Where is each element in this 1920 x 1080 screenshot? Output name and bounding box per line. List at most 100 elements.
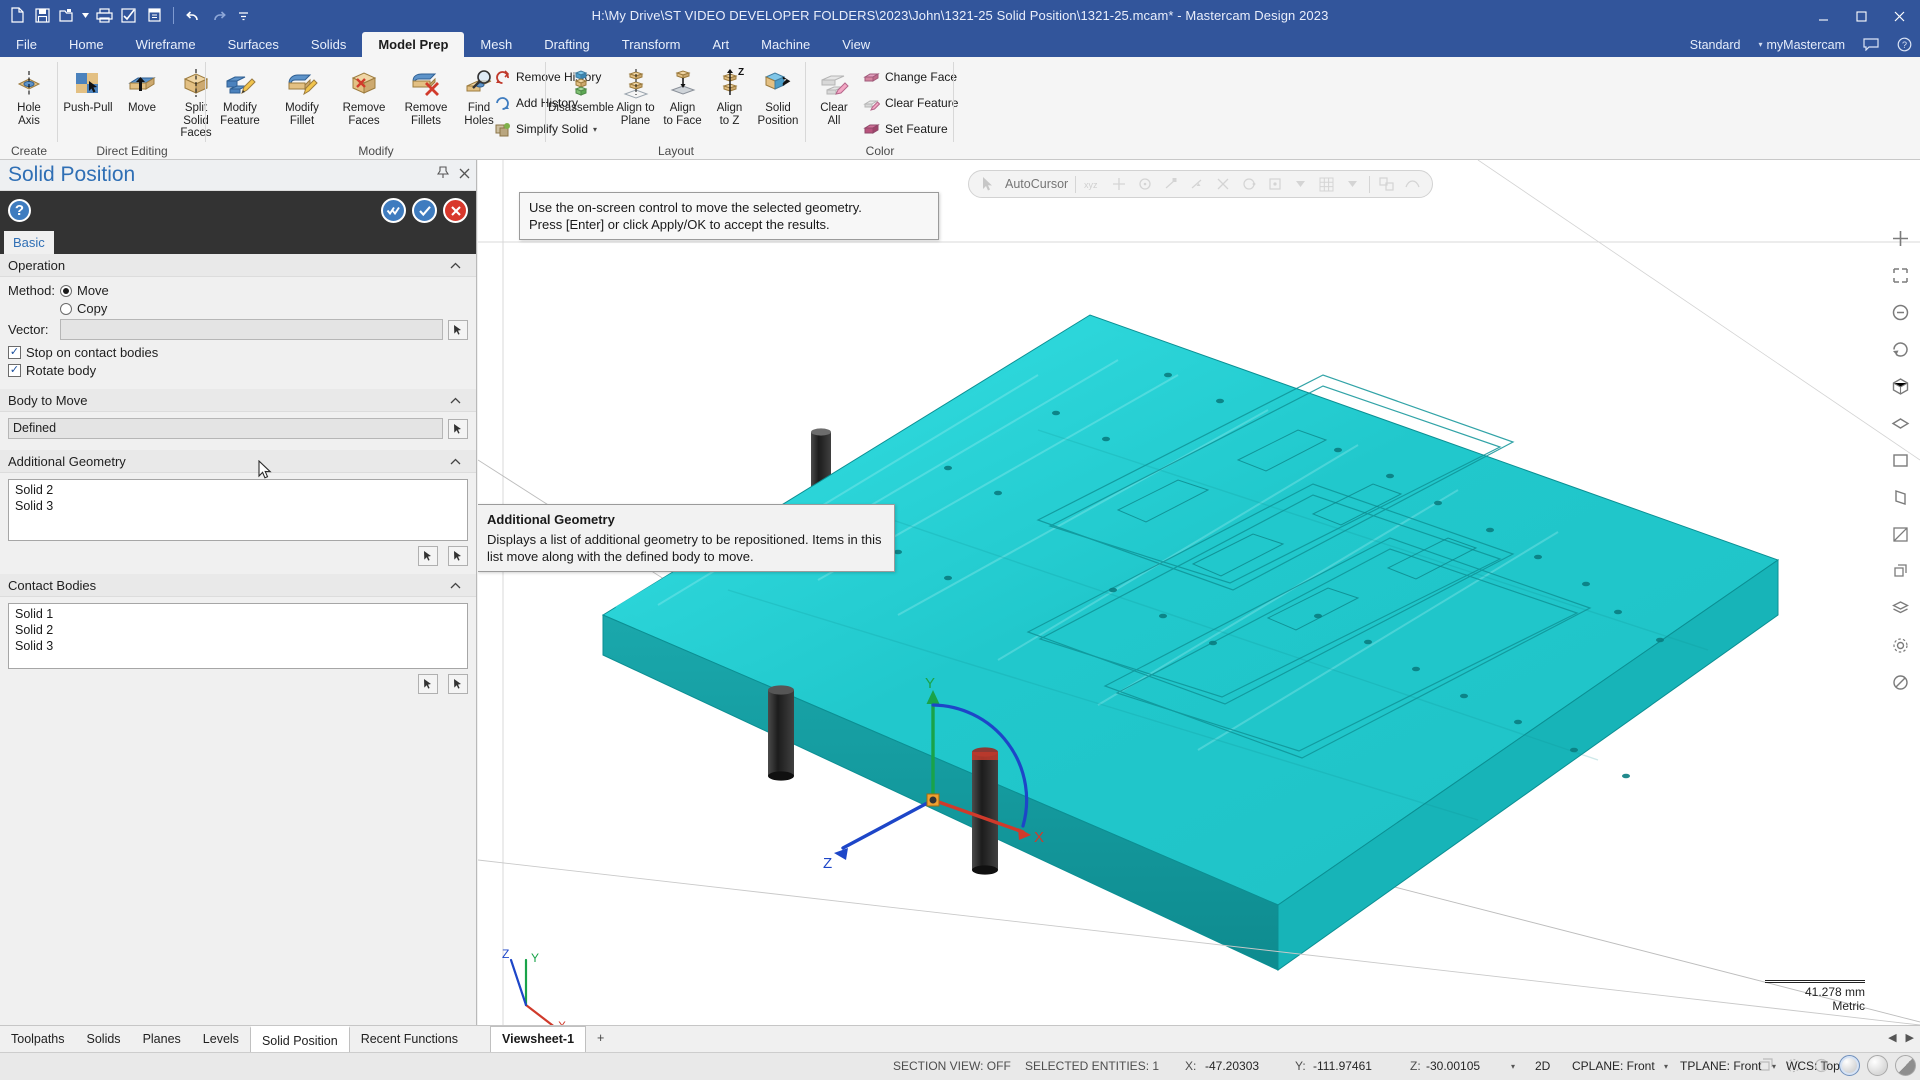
ribbon-button-disassemble[interactable]: Disassemble [548,62,614,128]
grid-icon[interactable] [1317,175,1336,194]
ribbon-button-modify-fillet[interactable]: Modify Fillet [271,62,333,128]
chat-icon[interactable] [1859,38,1883,51]
list-item[interactable]: Solid 2 [9,622,467,638]
checkbox-rotate-body[interactable]: ✓ [8,364,21,377]
mymastercam-menu[interactable]: ▾ myMastercam [1755,38,1850,52]
ribbon-button-change-face[interactable]: Change Face [858,65,964,89]
radio-copy[interactable] [60,302,72,315]
ribbon-tab-view[interactable]: View [826,32,886,57]
print-icon[interactable] [93,3,115,27]
top-view-icon[interactable] [1887,410,1913,436]
front-view-icon[interactable] [1887,447,1913,473]
bottom-tab-planes[interactable]: Planes [132,1026,192,1053]
ribbon-button-clear-all[interactable]: Clear All [810,62,858,128]
graphics-viewport[interactable]: Y X Z Y X [478,160,1920,1025]
ribbon-tab-wireframe[interactable]: Wireframe [120,32,212,57]
ribbon-button-solid-position[interactable]: Solid Position [753,62,803,128]
xyz-icon[interactable]: xyz [1083,175,1102,194]
zoom-window-icon[interactable] [1887,262,1913,288]
minimize-button[interactable] [1804,0,1842,32]
list-item[interactable]: Solid 3 [9,638,467,654]
viewsheet-tab[interactable]: Viewsheet-1 [490,1026,587,1053]
dynamic-rotate-icon[interactable] [1887,336,1913,362]
checkbox-stop-on-contact-bodies[interactable]: ✓ [8,346,21,359]
workspace-standard[interactable]: Standard [1686,38,1745,52]
customize-qat-icon[interactable] [232,3,254,27]
bottom-tab-levels[interactable]: Levels [192,1026,250,1053]
ribbon-button-set-feature[interactable]: Set Feature [858,117,964,141]
status-tplane[interactable]: TPLANE: Front [1680,1059,1761,1073]
ribbon-button-push-pull[interactable]: Push-Pull [61,62,115,141]
new-file-icon[interactable] [6,3,28,27]
isometric-view-icon[interactable] [1887,373,1913,399]
no-display-icon[interactable] [1887,669,1913,695]
help-button[interactable]: ? [8,199,31,222]
ribbon-tab-model-prep[interactable]: Model Prep [362,32,465,57]
section-header-contact-bodies[interactable]: Contact Bodies [0,574,476,597]
ribbon-button-hole-axis[interactable]: Hole Axis [2,62,56,128]
save-icon[interactable] [31,3,53,27]
grid-dropdown-icon[interactable] [1343,175,1362,194]
autocursor-toolbar[interactable]: AutoCursor xyz [968,170,1434,198]
undo-icon[interactable] [182,3,204,27]
ribbon-button-align-to-z[interactable]: Z Align to Z [706,62,753,128]
reapply-button[interactable] [381,198,406,223]
ribbon-button-clear-feature[interactable]: Clear Feature [858,91,964,115]
vector-select-button[interactable] [448,319,468,340]
ribbon-tab-file[interactable]: File [0,32,53,57]
maximize-button[interactable] [1842,0,1880,32]
close-icon[interactable] [459,167,470,182]
additional-geometry-select-button[interactable] [448,546,468,566]
bottom-tab-solids[interactable]: Solids [76,1026,132,1053]
bottom-tab-toolpaths[interactable]: Toolpaths [0,1026,76,1053]
chevron-up-icon[interactable] [448,393,462,407]
ribbon-button-move[interactable]: Move [115,62,169,141]
point-icon[interactable] [1265,175,1284,194]
add-viewsheet-button[interactable]: + [586,1026,615,1053]
ribbon-button-remove-faces[interactable]: Remove Faces [333,62,395,128]
body-to-move-value[interactable]: Defined [8,418,443,439]
section-view-icon[interactable] [1887,521,1913,547]
ribbon-tab-surfaces[interactable]: Surfaces [212,32,295,57]
prev-sheet-icon[interactable]: ◀ [1888,1031,1896,1044]
list-item[interactable]: Solid 3 [9,498,467,514]
bottom-tab-recent-functions[interactable]: Recent Functions [350,1026,469,1053]
verify-icon[interactable] [118,3,140,27]
settings-gear-icon[interactable] [1887,632,1913,658]
cancel-button[interactable] [443,198,468,223]
section-header-operation[interactable]: Operation [0,254,476,277]
radio-move[interactable] [60,284,72,297]
ribbon-button-remove-fillets[interactable]: Remove Fillets [395,62,457,128]
relative-icon[interactable] [1377,175,1396,194]
body-to-move-select-button[interactable] [448,418,468,439]
ribbon-button-align-to-plane[interactable]: Align to Plane [612,62,659,128]
status-selected-entities[interactable]: SELECTED ENTITIES: 1 [1025,1059,1159,1073]
levels-icon[interactable] [1887,595,1913,621]
redo-icon[interactable] [207,3,229,27]
ok-button[interactable] [412,198,437,223]
next-sheet-icon[interactable]: ▶ [1906,1031,1914,1044]
help-icon[interactable]: ? [1893,37,1916,52]
status-dimension-mode[interactable]: 2D [1535,1059,1550,1073]
chevron-down-icon[interactable] [1291,175,1310,194]
list-item[interactable]: Solid 1 [9,606,467,622]
ribbon-tab-art[interactable]: Art [696,32,745,57]
pin-icon[interactable] [436,166,450,182]
backplot-icon[interactable] [143,3,165,27]
unzoom-icon[interactable] [1887,299,1913,325]
status-section-view[interactable]: SECTION VIEW: OFF [893,1059,1011,1073]
contact-bodies-list[interactable]: Solid 1 Solid 2 Solid 3 [8,603,468,669]
contact-bodies-select-button[interactable] [448,674,468,694]
bottom-tab-solid-position[interactable]: Solid Position [249,1026,350,1053]
section-header-body-to-move[interactable]: Body to Move [0,389,476,412]
cplane-dropdown-icon[interactable]: ▾ [1664,1062,1668,1071]
vector-input[interactable] [60,319,443,340]
qat-dropdown-icon[interactable] [81,3,90,27]
contact-bodies-add-button[interactable] [418,674,438,694]
chevron-up-icon[interactable] [448,578,462,592]
fit-icon[interactable] [1887,225,1913,251]
nearest-icon[interactable] [1403,175,1422,194]
ribbon-tab-home[interactable]: Home [53,32,120,57]
intersection-icon[interactable] [1213,175,1232,194]
ribbon-tab-drafting[interactable]: Drafting [528,32,606,57]
